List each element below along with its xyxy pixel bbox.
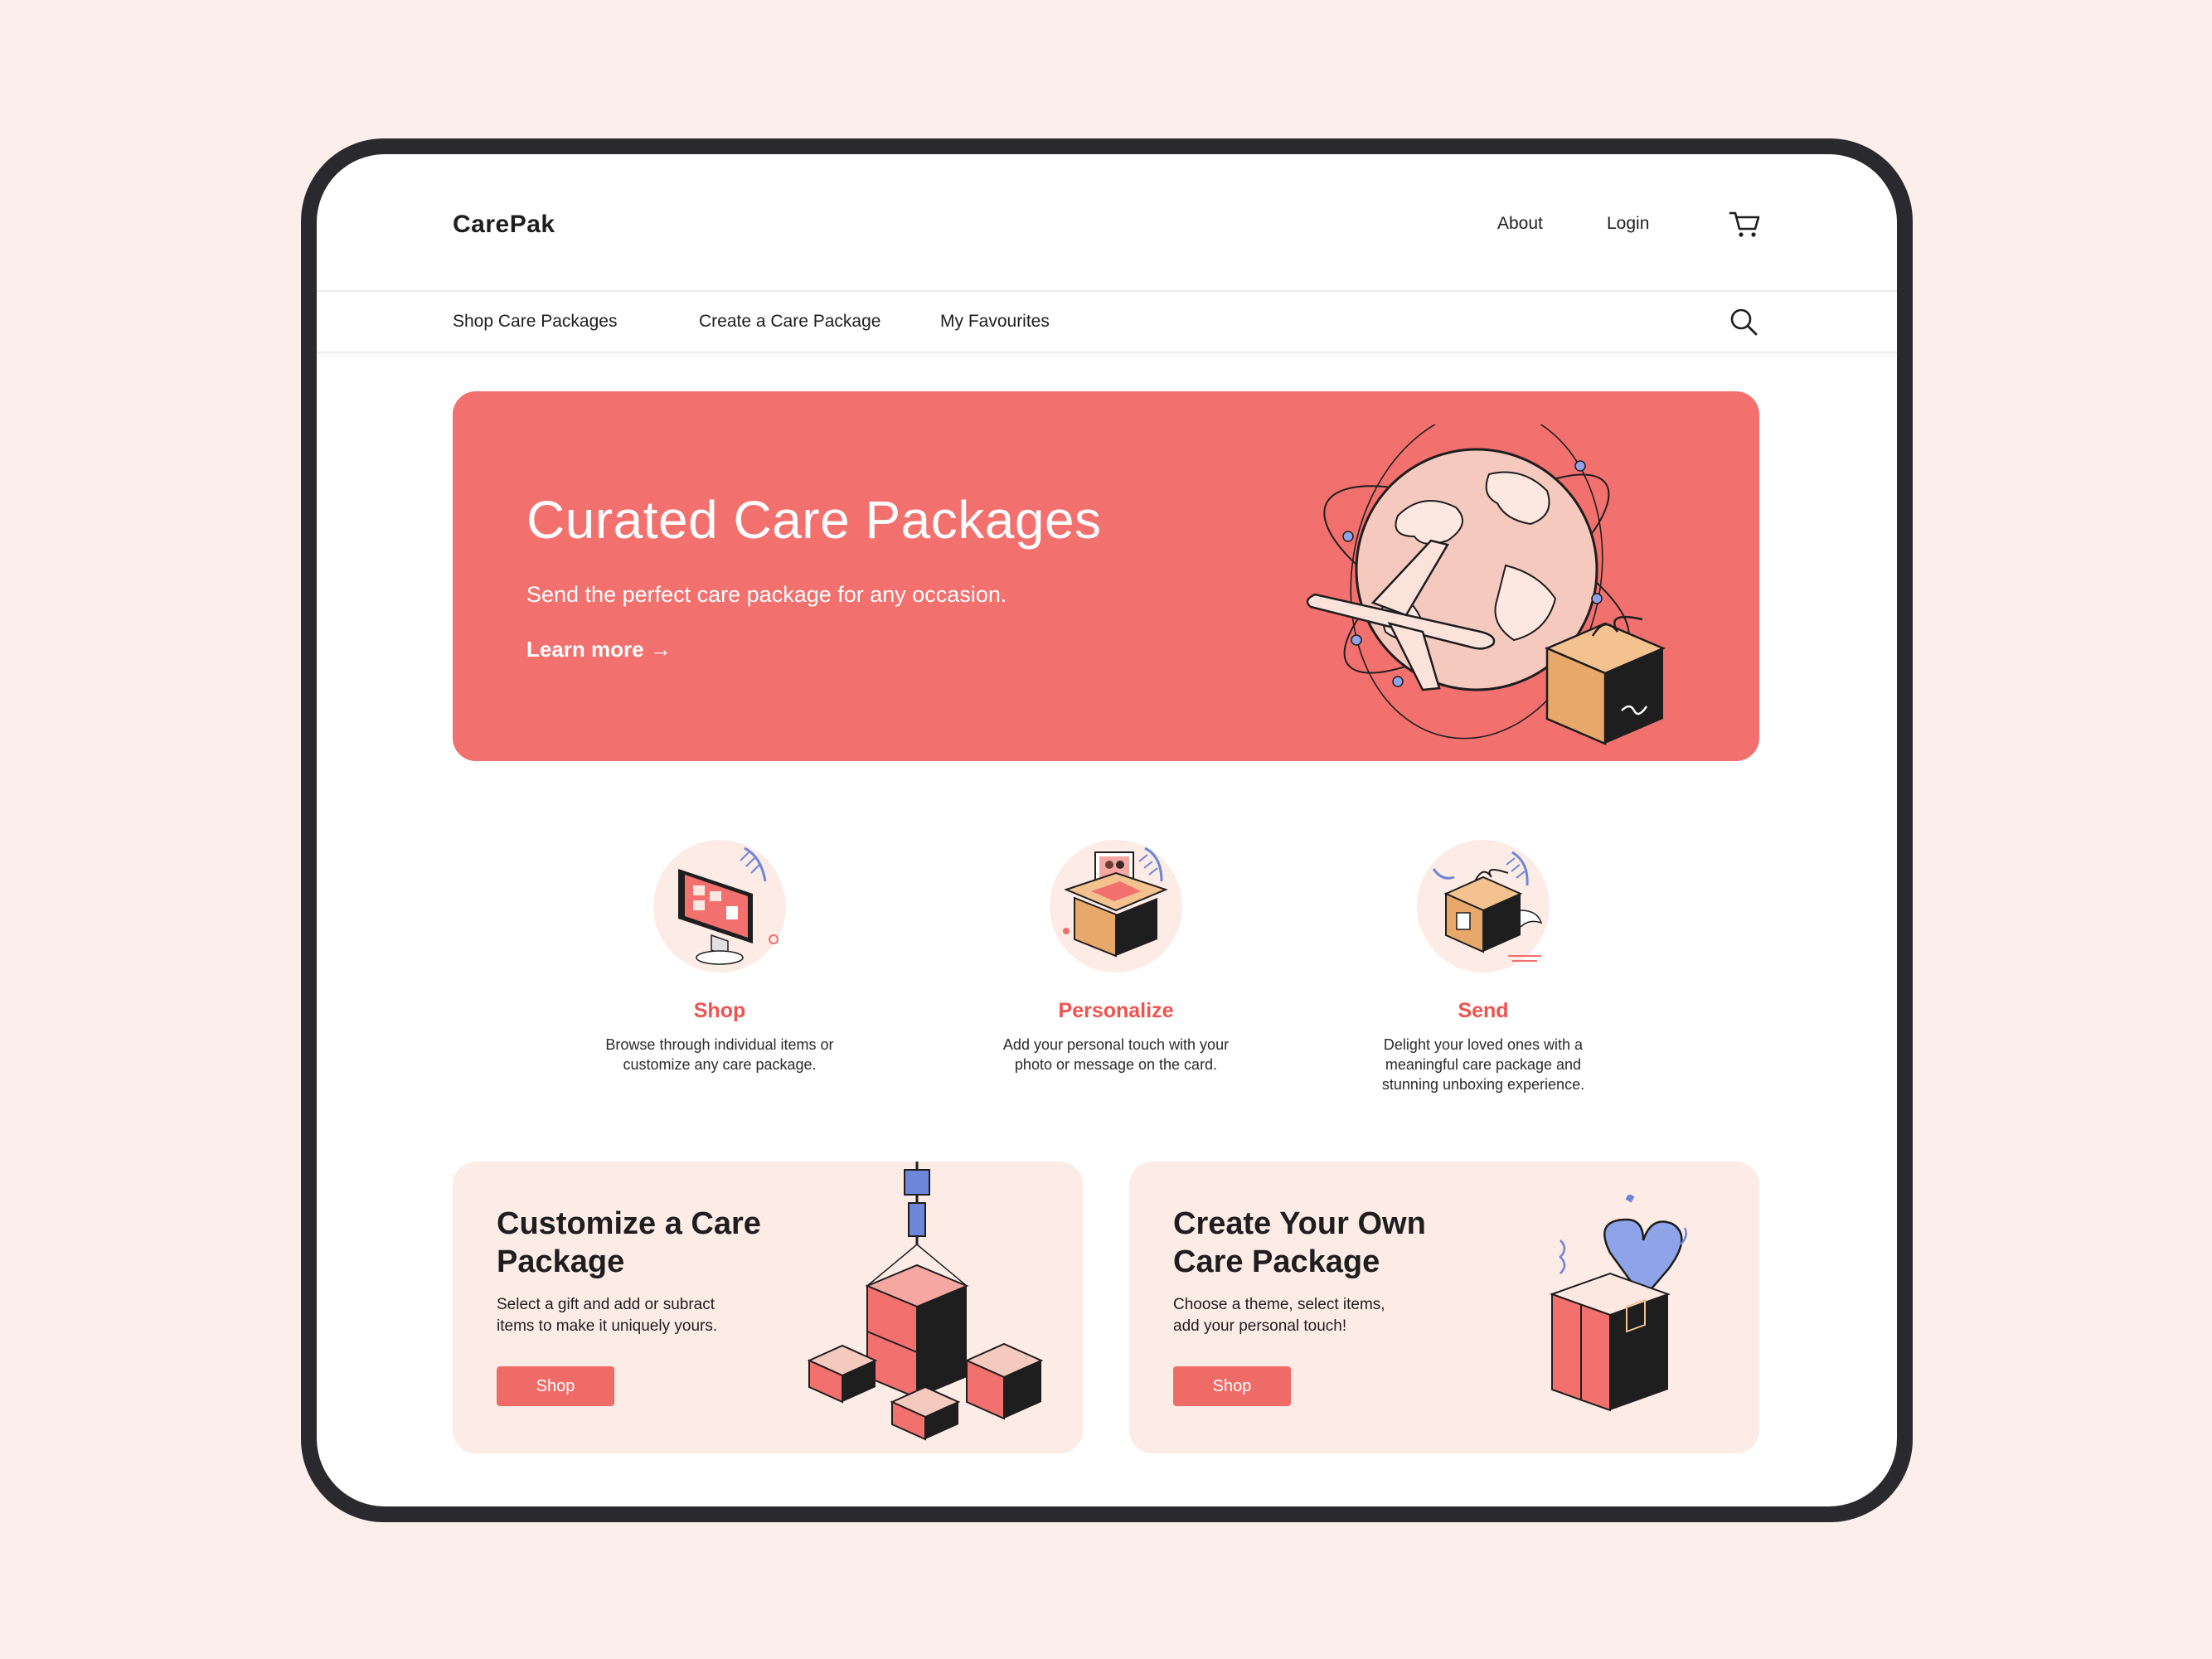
card-title: Create Your Own Care Package — [1173, 1205, 1472, 1281]
heart-box-illustration — [1550, 1195, 1687, 1412]
shop-button[interactable]: Shop — [497, 1366, 614, 1406]
card-title-line: Create Your Own — [1173, 1206, 1426, 1241]
step-title: Personalize — [1058, 999, 1174, 1022]
create-own-card: Create Your Own Care Package Choose a th… — [1129, 1162, 1759, 1453]
hero-title: Curated Care Packages — [526, 490, 1102, 550]
screen: CarePak About Login Shop Care Packages C… — [317, 154, 1897, 1506]
hero-subtitle: Send the perfect care package for any oc… — [526, 582, 1007, 607]
step-desc-line: photo or message on the card. — [1014, 1056, 1218, 1073]
crane-boxes-illustration — [807, 1162, 1044, 1441]
gift-box-icon — [1417, 840, 1550, 973]
about-link[interactable]: About — [1497, 214, 1543, 234]
card-title: Customize a Care Package — [497, 1205, 795, 1281]
card-title-line: Package — [497, 1244, 625, 1279]
card-description: Select a gift and add or subract items t… — [497, 1294, 795, 1337]
step-shop: Shop Browse through individual items or … — [570, 832, 869, 1074]
device-frame: CarePak About Login Shop Care Packages C… — [301, 138, 1913, 1522]
step-title: Shop — [693, 999, 746, 1022]
card-desc-line: Select a gift and add or subract — [497, 1296, 715, 1313]
photo-box-icon — [1050, 840, 1182, 973]
step-title: Send — [1458, 999, 1509, 1022]
main-nav: Shop Care Packages Create a Care Package… — [317, 292, 1897, 353]
hero-banner: Curated Care Packages Send the perfect c… — [453, 391, 1759, 761]
step-desc-line: Add your personal touch with your — [1002, 1036, 1230, 1053]
step-personalize: Personalize Add your personal touch with… — [967, 832, 1265, 1074]
step-description: Delight your loved ones with a meaningfu… — [1334, 1035, 1632, 1094]
computer-icon — [653, 840, 786, 973]
step-description: Browse through individual items or custo… — [570, 1035, 869, 1074]
shop-button[interactable]: Shop — [1173, 1366, 1291, 1406]
learn-more-link[interactable]: Learn more → — [526, 637, 672, 662]
step-desc-line: meaningful care package and — [1385, 1056, 1582, 1073]
nav-create-care-package[interactable]: Create a Care Package — [699, 312, 880, 332]
card-desc-line: items to make it uniquely yours. — [497, 1317, 718, 1335]
step-desc-line: stunning unboxing experience. — [1381, 1076, 1585, 1093]
card-title-line: Care Package — [1173, 1244, 1380, 1279]
card-description: Choose a theme, select items, add your p… — [1173, 1294, 1472, 1337]
card-desc-line: add your personal touch! — [1173, 1317, 1347, 1335]
step-desc-line: Browse through individual items or — [605, 1036, 834, 1053]
step-send: Send Delight your loved ones with a mean… — [1334, 832, 1632, 1094]
step-desc-line: Delight your loved ones with a — [1383, 1036, 1584, 1053]
card-desc-line: Choose a theme, select items, — [1173, 1296, 1385, 1313]
nav-shop-care-packages[interactable]: Shop Care Packages — [453, 312, 617, 332]
card-title-line: Customize a Care — [497, 1206, 761, 1241]
search-icon[interactable] — [1729, 307, 1758, 337]
step-description: Add your personal touch with your photo … — [967, 1035, 1265, 1074]
customize-card: Customize a Care Package Select a gift a… — [453, 1162, 1083, 1453]
logo[interactable]: CarePak — [453, 211, 555, 239]
nav-my-favourites[interactable]: My Favourites — [940, 312, 1050, 332]
cart-icon[interactable] — [1729, 209, 1762, 239]
login-link[interactable]: Login — [1607, 214, 1649, 234]
globe-package-illustration — [1306, 424, 1666, 745]
top-header: CarePak About Login — [317, 154, 1897, 292]
step-desc-line: customize any care package. — [623, 1056, 817, 1073]
